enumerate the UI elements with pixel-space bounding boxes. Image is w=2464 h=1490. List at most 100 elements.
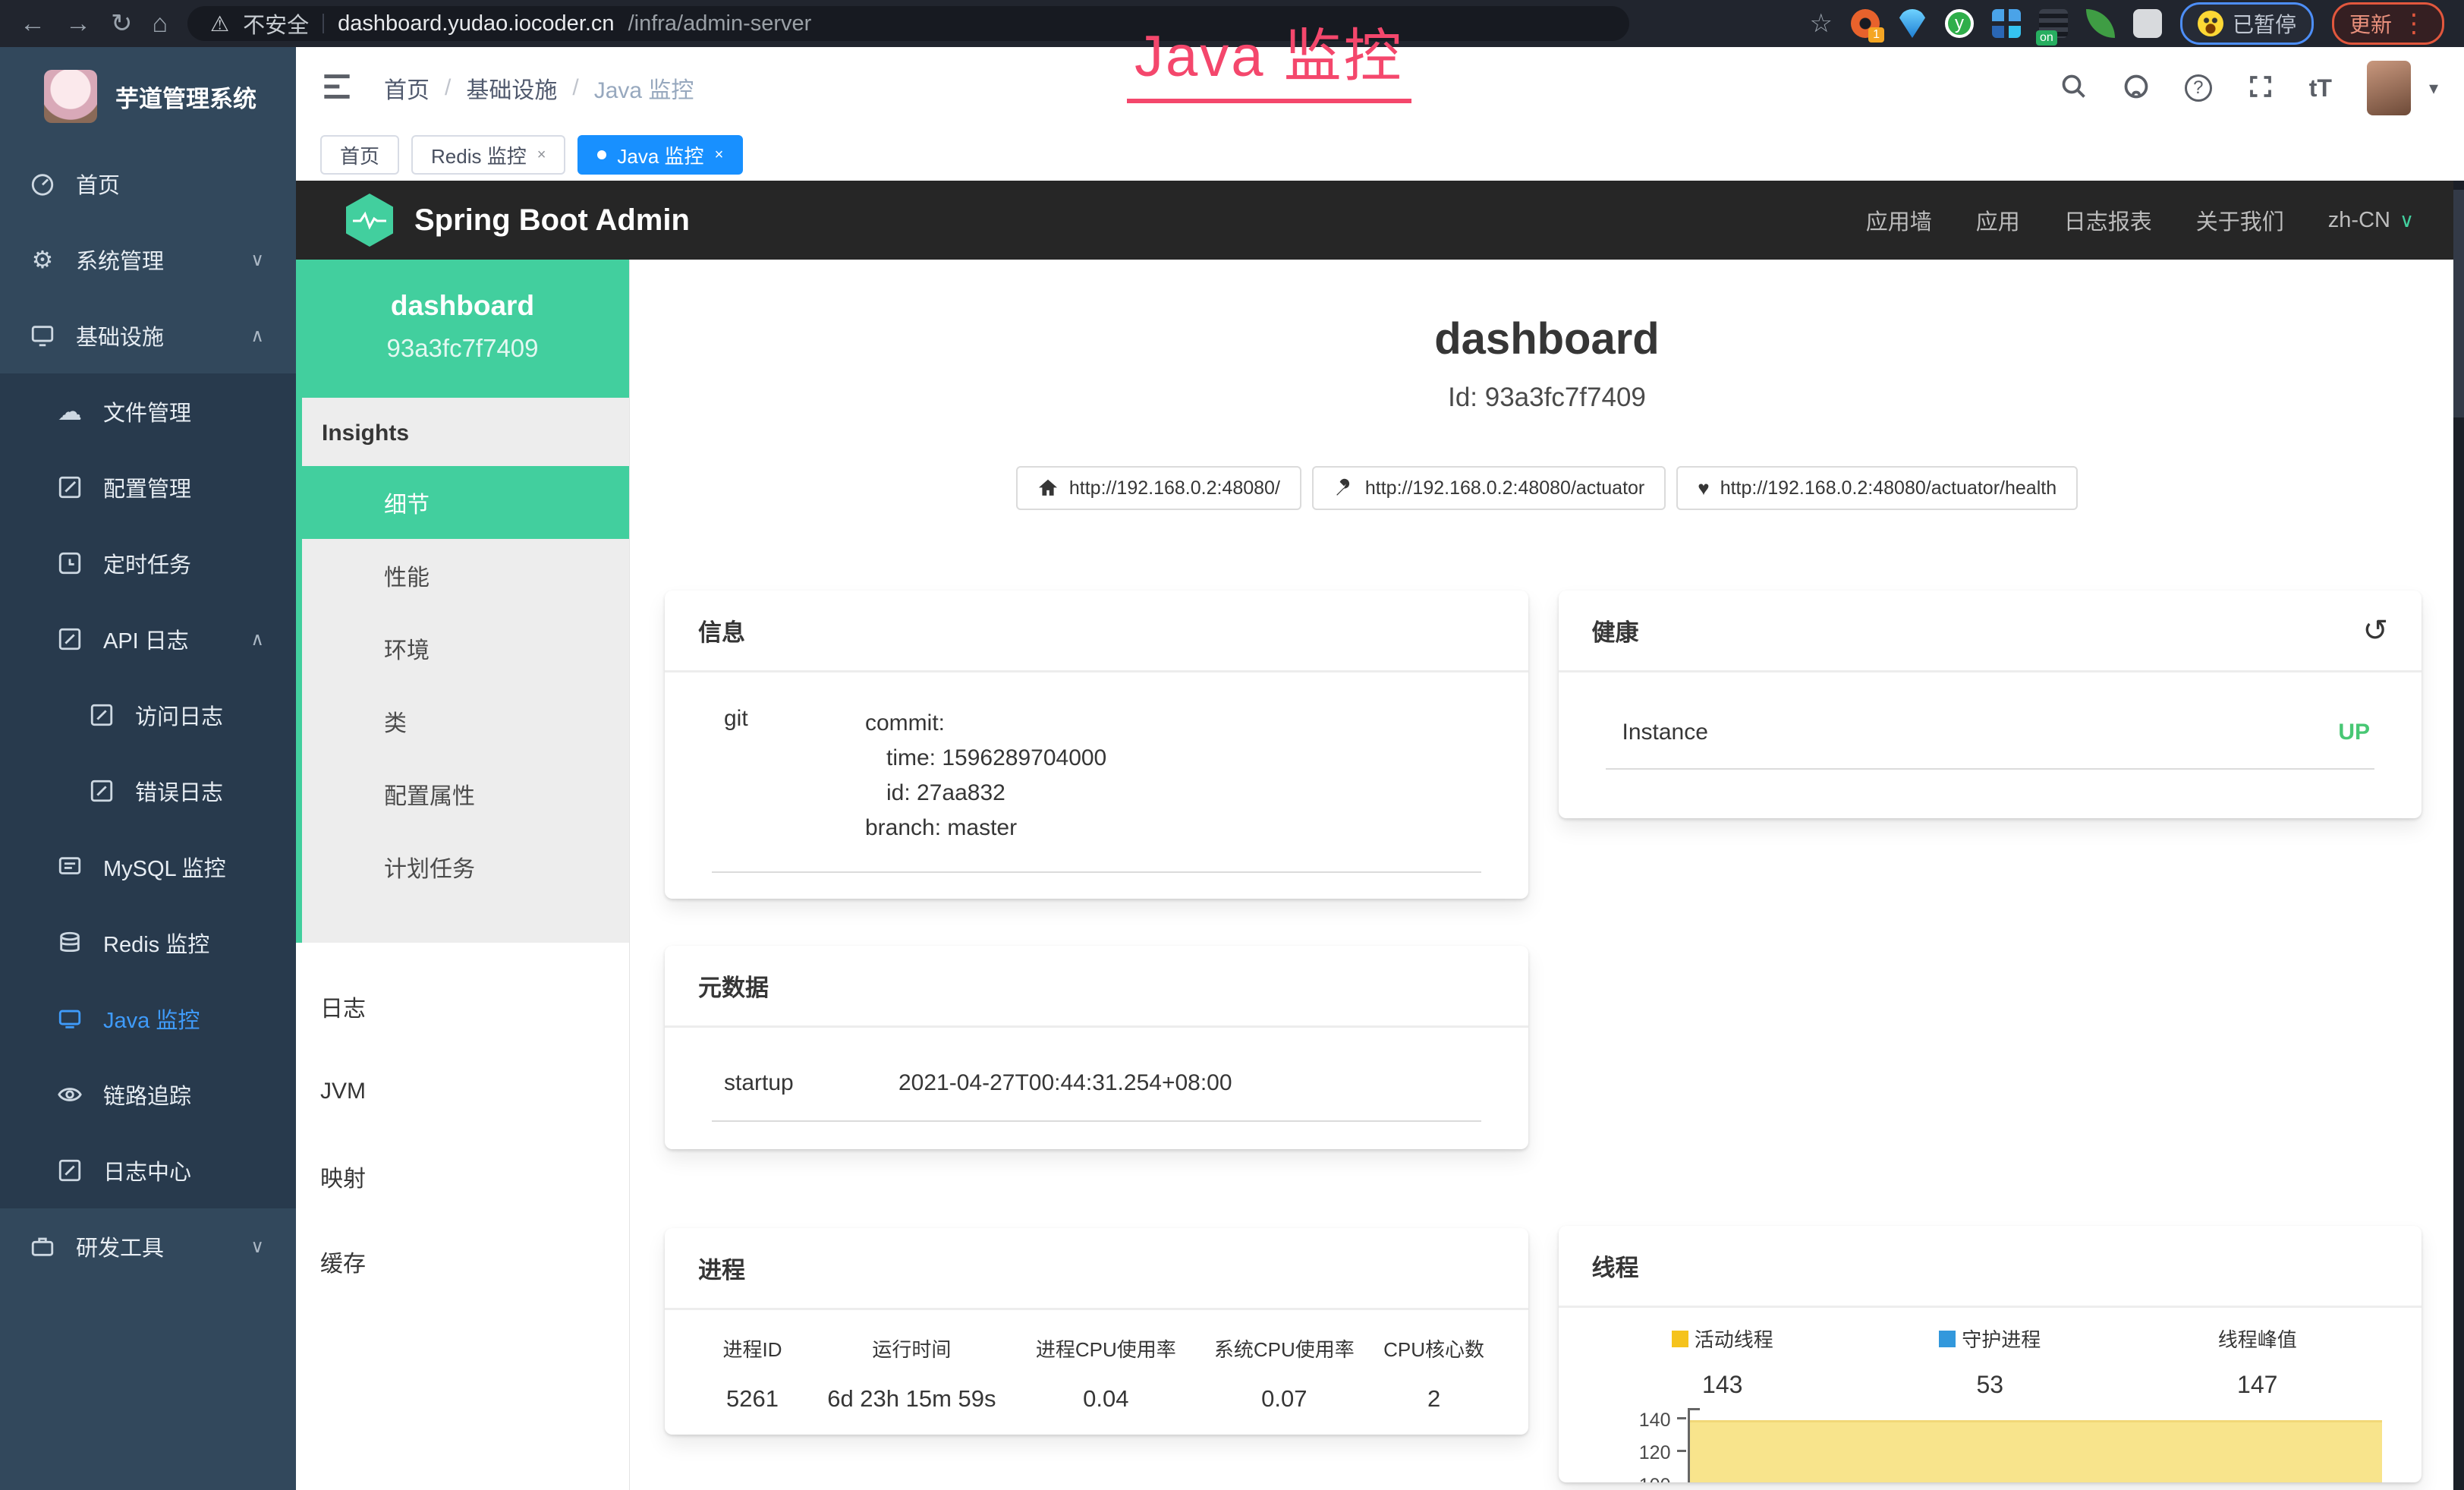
sidebar-item-scheduled-jobs[interactable]: 定时任务 [0, 525, 296, 601]
sba-nav-wallboard[interactable]: 应用墙 [1866, 204, 1932, 236]
log-edit-icon [88, 701, 115, 729]
github-icon[interactable] [2123, 73, 2150, 104]
sidebar-item-infra[interactable]: 基础设施 ∧ [0, 298, 296, 373]
breadcrumb-item[interactable]: 基础设施 [466, 71, 557, 105]
sba-nav-about[interactable]: 关于我们 [2196, 204, 2284, 236]
sba-menu-scheduled-tasks[interactable]: 计划任务 [302, 830, 629, 903]
extension-puzzle-icon[interactable] [2133, 9, 2162, 38]
sidebar-item-label: 配置管理 [103, 471, 191, 503]
process-column: 进程CPU使用率 0.04 [1014, 1334, 1198, 1413]
actuator-url-button[interactable]: http://192.168.0.2:48080/actuator [1312, 466, 1666, 510]
help-icon[interactable]: ? [2185, 74, 2212, 102]
sba-nav-journal[interactable]: 日志报表 [2064, 204, 2152, 236]
sba-menu-details[interactable]: 细节 [296, 466, 629, 539]
sidebar-item-mysql-monitor[interactable]: MySQL 监控 [0, 829, 296, 905]
tab-home[interactable]: 首页 [320, 135, 399, 175]
sba-nav-applications[interactable]: 应用 [1976, 204, 2020, 236]
sidebar-item-java-monitor[interactable]: Java 监控 [0, 981, 296, 1057]
kebab-menu-icon[interactable]: ⋮ [2401, 8, 2427, 39]
sidebar-item-home[interactable]: 首页 [0, 146, 296, 222]
sidebar-item-label: 定时任务 [103, 547, 191, 579]
app-logo-row[interactable]: 芋道管理系统 [0, 47, 296, 146]
paused-badge[interactable]: 已暂停 [2180, 2, 2314, 45]
sba-menu-classes[interactable]: 类 [302, 685, 629, 758]
health-url-button[interactable]: ♥ http://192.168.0.2:48080/actuator/heal… [1676, 466, 2078, 510]
extension-grid-icon[interactable] [1992, 9, 2021, 38]
sidebar-item-config-manage[interactable]: 配置管理 [0, 449, 296, 525]
font-size-icon[interactable]: tT [2309, 74, 2332, 102]
health-instance-row: Instance UP [1606, 720, 2375, 770]
tab-label: 首页 [340, 141, 379, 169]
search-icon[interactable] [2060, 73, 2088, 104]
sba-menu-jvm[interactable]: JVM [296, 1049, 629, 1134]
hamburger-icon[interactable] [322, 74, 352, 103]
back-icon[interactable]: ← [20, 11, 46, 36]
actuator-url: http://192.168.0.2:48080/actuator [1365, 477, 1644, 499]
sidebar-item-file-manage[interactable]: ☁ 文件管理 [0, 373, 296, 449]
scrollbar-thumb[interactable] [2453, 190, 2464, 417]
card-title: 信息 [665, 591, 1528, 673]
sba-menu-environment[interactable]: 环境 [302, 612, 629, 685]
sba-menu-logs[interactable]: 日志 [296, 964, 629, 1049]
sidebar-item-redis-monitor[interactable]: Redis 监控 [0, 905, 296, 981]
extension-leaf-icon[interactable] [2086, 9, 2115, 38]
metadata-value: 2021-04-27T00:44:31.254+08:00 [898, 1070, 1232, 1096]
sidebar-item-trace[interactable]: 链路追踪 [0, 1057, 296, 1132]
tab-label: Redis 监控 [431, 141, 527, 169]
process-table: 进程ID 5261 运行时间 6d 23h 15m 59s 进程CPU使用率 0… [695, 1334, 1498, 1413]
sidebar-item-api-log[interactable]: API 日志 ∧ [0, 601, 296, 677]
git-time-line: time: 1596289704000 [865, 741, 1106, 776]
tabs-bar: 首页 Redis 监控 × Java 监控 × [296, 129, 2464, 181]
address-bar[interactable]: ⚠ 不安全 dashboard.yudao.iocoder.cn/infra/a… [187, 6, 1629, 41]
user-avatar[interactable] [2367, 61, 2411, 115]
sidebar-item-label: 错误日志 [135, 775, 223, 807]
breadcrumb-item[interactable]: 首页 [384, 71, 430, 105]
column-value: 6d 23h 15m 59s [810, 1385, 1014, 1413]
process-column: 系统CPU使用率 0.07 [1198, 1334, 1370, 1413]
sba-menu-metrics[interactable]: 性能 [302, 539, 629, 612]
sidebar-item-access-log[interactable]: 访问日志 [0, 677, 296, 753]
sidebar-item-label: 链路追踪 [103, 1079, 191, 1110]
sba-menu-config-props[interactable]: 配置属性 [302, 758, 629, 830]
sba-menu-mappings[interactable]: 映射 [296, 1134, 629, 1219]
scrollbar[interactable] [2453, 181, 2464, 1490]
forward-icon[interactable]: → [65, 11, 91, 36]
reload-icon[interactable]: ↻ [111, 11, 133, 36]
stat-label: 活动线程 [1695, 1325, 1773, 1353]
sba-locale-select[interactable]: zh-CN ∨ [2328, 208, 2414, 233]
stat-value: 53 [1856, 1371, 2124, 1399]
home-icon[interactable]: ⌂ [153, 11, 168, 36]
sba-menu-caches[interactable]: 缓存 [296, 1219, 629, 1304]
sidebar-item-label: 研发工具 [76, 1230, 164, 1262]
column-value: 2 [1370, 1385, 1498, 1413]
extension-pin-icon[interactable] [1898, 9, 1927, 38]
sidebar-item-label: 系统管理 [76, 244, 164, 276]
sidebar-item-log-center[interactable]: 日志中心 [0, 1132, 296, 1208]
service-url-button[interactable]: http://192.168.0.2:48080/ [1016, 466, 1301, 510]
close-icon[interactable]: × [715, 146, 724, 164]
close-icon[interactable]: × [537, 146, 546, 164]
sba-instance-header[interactable]: dashboard 93a3fc7f7409 [296, 260, 629, 398]
chevron-down-icon: ∨ [250, 1236, 264, 1258]
extension-icon[interactable]: 1 [1851, 9, 1880, 38]
sba-locale-label: zh-CN [2328, 208, 2390, 233]
tab-redis-monitor[interactable]: Redis 监控 × [411, 135, 565, 175]
emoji-face-icon [2198, 11, 2223, 36]
extension-switch-icon[interactable]: on [2039, 9, 2068, 38]
fullscreen-icon[interactable] [2247, 73, 2274, 104]
bookmark-star-icon[interactable]: ☆ [1809, 8, 1832, 39]
axis-tick [1677, 1450, 1686, 1452]
history-icon[interactable]: ↺ [2362, 613, 2388, 648]
health-url: http://192.168.0.2:48080/actuator/health [1720, 477, 2056, 499]
column-value: 0.07 [1198, 1385, 1370, 1413]
sidebar-item-dev-tools[interactable]: 研发工具 ∨ [0, 1208, 296, 1284]
extension-y-icon[interactable]: y [1945, 9, 1974, 38]
sidebar-item-error-log[interactable]: 错误日志 [0, 753, 296, 829]
caret-down-icon[interactable]: ▾ [2429, 77, 2438, 99]
update-button[interactable]: 更新 ⋮ [2332, 2, 2444, 45]
tab-java-monitor[interactable]: Java 监控 × [577, 135, 743, 175]
database-icon [56, 929, 83, 956]
sidebar-item-system[interactable]: ⚙ 系统管理 ∨ [0, 222, 296, 298]
sidebar-item-label: 首页 [76, 168, 120, 200]
y-axis-label: 120 [1622, 1442, 1671, 1464]
